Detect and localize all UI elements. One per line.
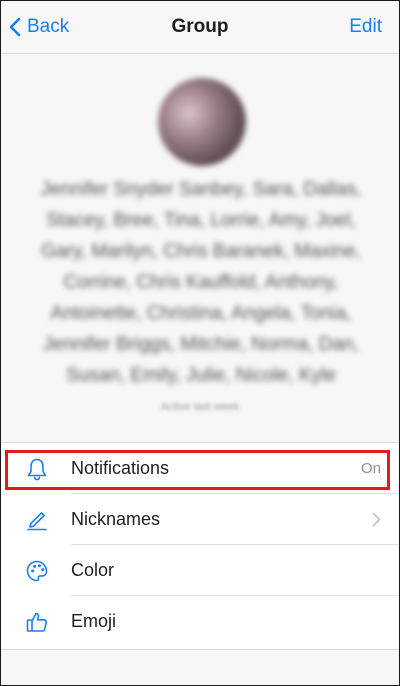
nicknames-row[interactable]: Nicknames <box>1 494 399 545</box>
chevron-right-icon <box>372 512 381 527</box>
color-label: Color <box>71 560 115 580</box>
pencil-icon <box>23 506 51 534</box>
group-header: Jennifer Snyder Sanbey, Sara, Dallas, St… <box>1 54 399 440</box>
member-names: Jennifer Snyder Sanbey, Sara, Dallas, St… <box>40 179 362 386</box>
color-row[interactable]: Color <box>1 545 399 596</box>
edit-button[interactable]: Edit <box>349 16 382 38</box>
member-status: Active last week <box>160 401 240 413</box>
screen-frame: Back Group Edit Jennifer Snyder Sanbey, … <box>0 0 400 686</box>
group-avatar[interactable] <box>158 78 246 166</box>
emoji-row[interactable]: Emoji <box>1 596 399 647</box>
settings-list: Notifications On Nicknames Color Emoji <box>1 442 399 650</box>
notifications-value: On <box>360 460 381 477</box>
nicknames-label: Nicknames <box>71 509 161 529</box>
navigation-bar: Back Group Edit <box>1 1 399 54</box>
page-title: Group <box>171 16 229 37</box>
bell-icon <box>23 455 51 483</box>
notifications-row[interactable]: Notifications On <box>1 443 399 494</box>
thumbs-up-icon <box>23 608 51 636</box>
palette-icon <box>23 557 51 585</box>
notifications-label: Notifications <box>71 458 170 478</box>
emoji-label: Emoji <box>71 611 117 631</box>
